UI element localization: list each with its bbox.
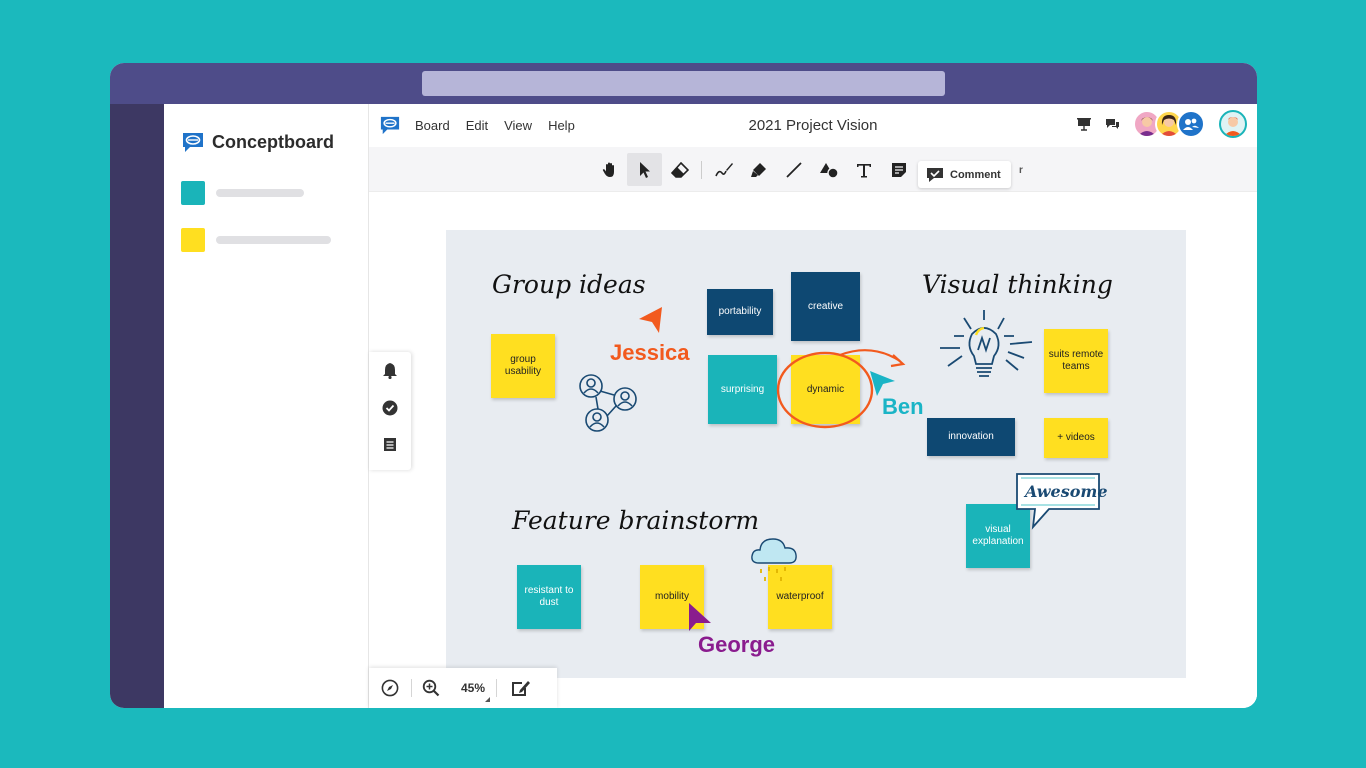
- zoom-bar: 45%: [369, 668, 557, 708]
- heading-visual-thinking: Visual thinking: [922, 270, 1113, 299]
- text-tool-icon[interactable]: [846, 153, 881, 186]
- sticky-note[interactable]: innovation: [927, 418, 1015, 456]
- tool-group: [592, 153, 916, 186]
- lightbulb-icon: [940, 310, 1033, 377]
- hand-tool-icon[interactable]: [592, 153, 627, 186]
- board-app: Board Edit View Help 2021 Project Vision: [369, 104, 1257, 708]
- notifications-bell-icon[interactable]: [369, 352, 411, 389]
- top-right-controls: [1073, 110, 1247, 138]
- sidebar-item-teal[interactable]: [181, 181, 361, 205]
- tasks-check-icon[interactable]: [369, 389, 411, 426]
- brand[interactable]: Conceptboard: [181, 131, 334, 153]
- presentation-icon[interactable]: [1073, 113, 1095, 135]
- address-bar[interactable]: [422, 71, 945, 96]
- menubar: Board Edit View Help 2021 Project Vision: [369, 104, 1257, 147]
- rain-cloud-icon: [751, 538, 797, 581]
- collaborator-avatars[interactable]: [1133, 110, 1205, 138]
- ben-cursor-label: Ben: [882, 394, 924, 419]
- menu: Board Edit View Help: [415, 118, 575, 133]
- people-network-icon: [579, 374, 637, 432]
- placeholder-bar: [216, 189, 304, 197]
- menu-edit[interactable]: Edit: [466, 118, 488, 133]
- menu-board[interactable]: Board: [415, 118, 450, 133]
- current-user-avatar[interactable]: [1219, 110, 1247, 138]
- board-canvas[interactable]: Group ideas Visual thinking Feature brai…: [369, 192, 1257, 708]
- placeholder-bar: [216, 236, 331, 244]
- teal-square-icon: [181, 181, 205, 205]
- chat-icon[interactable]: [1101, 113, 1123, 135]
- callout-text: Awesome: [1025, 482, 1108, 501]
- app-rail: [110, 104, 164, 708]
- menu-view[interactable]: View: [504, 118, 532, 133]
- board-area[interactable]: Group ideas Visual thinking Feature brai…: [446, 230, 1186, 678]
- more-users-icon[interactable]: [1177, 110, 1205, 138]
- jessica-cursor-icon: [639, 307, 662, 333]
- heading-group-ideas: Group ideas: [492, 270, 646, 299]
- zoom-dropdown-icon: [485, 697, 490, 702]
- sticky-note[interactable]: + videos: [1044, 418, 1108, 458]
- browser-window: Conceptboard Board Edit View Help 2021 P…: [110, 63, 1257, 708]
- comment-icon: [927, 168, 943, 182]
- notes-list-icon[interactable]: [369, 426, 411, 463]
- zoom-level[interactable]: 45%: [450, 668, 496, 708]
- eraser-tool-icon[interactable]: [662, 153, 697, 186]
- sticky-note[interactable]: creative: [791, 272, 860, 341]
- george-cursor-icon: [689, 603, 711, 631]
- menu-help[interactable]: Help: [548, 118, 575, 133]
- heading-feature-brainstorm: Feature brainstorm: [512, 506, 760, 535]
- sticky-note[interactable]: portability: [707, 289, 773, 335]
- sticky-note[interactable]: group usability: [491, 334, 555, 398]
- sidebar-item-yellow[interactable]: [181, 228, 361, 252]
- toolbar: Comment r: [369, 147, 1257, 192]
- speech-bubble-icon: [1016, 473, 1100, 530]
- brand-name: Conceptboard: [212, 131, 335, 152]
- app-logo-icon[interactable]: [379, 115, 401, 135]
- sticky-note[interactable]: surprising: [708, 355, 777, 424]
- browser-titlebar: [110, 63, 1257, 104]
- conceptboard-logo-icon: [183, 133, 203, 152]
- tooltip-trailing-text: r: [1019, 165, 1023, 176]
- zoom-value: 45%: [460, 681, 486, 695]
- line-tool-icon[interactable]: [776, 153, 811, 186]
- jessica-cursor-label: Jessica: [610, 340, 690, 365]
- shapes-tool-icon[interactable]: [811, 153, 846, 186]
- select-tool-icon[interactable]: [627, 153, 662, 186]
- sticky-note[interactable]: suits remote teams: [1044, 329, 1108, 393]
- side-panel: [369, 352, 411, 470]
- edit-board-icon[interactable]: [497, 668, 545, 708]
- yellow-square-icon: [181, 228, 205, 252]
- tooltip-label: Comment: [950, 169, 1001, 181]
- sidebar: Conceptboard: [164, 104, 369, 708]
- comment-tooltip: Comment: [918, 161, 1011, 188]
- pen-tool-icon[interactable]: [706, 153, 741, 186]
- toolbar-divider: [701, 161, 702, 179]
- highlighter-tool-icon[interactable]: [741, 153, 776, 186]
- sticky-note[interactable]: resistant to dust: [517, 565, 581, 629]
- sticky-note-tool-icon[interactable]: [881, 153, 916, 186]
- zoom-in-icon[interactable]: [412, 668, 450, 708]
- george-cursor-label: George: [698, 632, 776, 657]
- navigator-compass-icon[interactable]: [369, 668, 411, 708]
